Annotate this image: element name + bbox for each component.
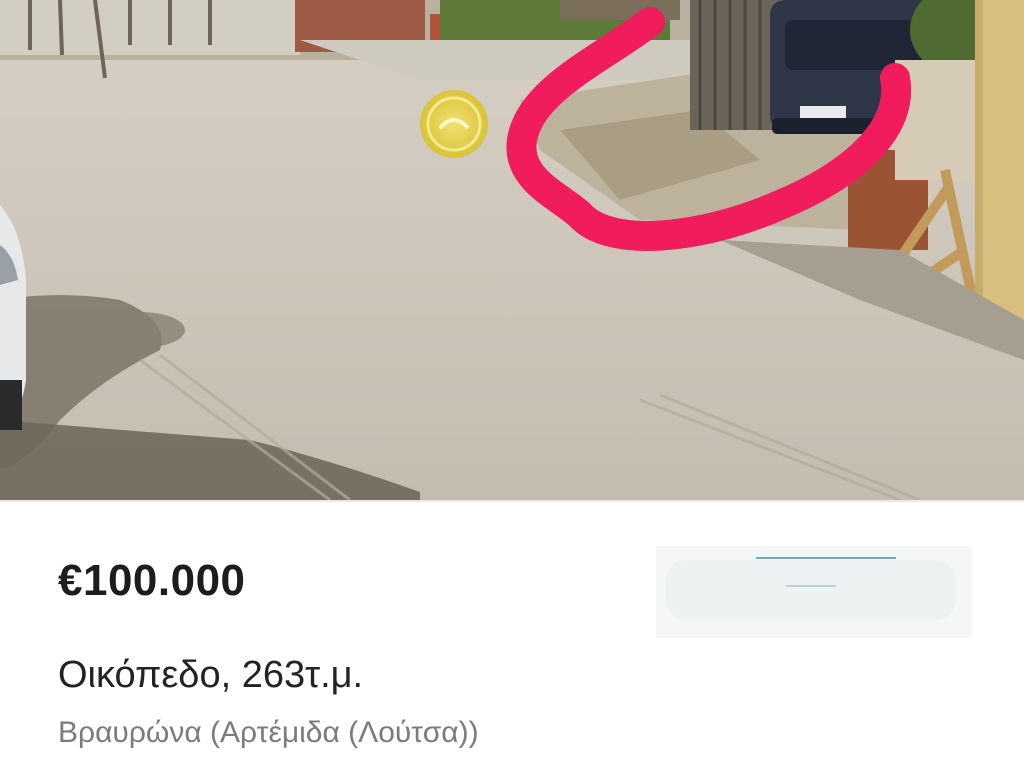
listing-price: €100.000 <box>58 556 246 605</box>
listing-photo[interactable] <box>0 0 1024 502</box>
watermark-logo <box>420 90 488 158</box>
redacted-area <box>656 546 972 638</box>
photo-divider <box>0 500 1024 502</box>
listing-card[interactable]: €100.000 Οικόπεδο, 263τ.μ. Βραυρώνα (Αρτ… <box>0 0 1024 768</box>
listing-location: Βραυρώνα (Αρτέμιδα (Λούτσα)) <box>58 716 479 749</box>
listing-title: Οικόπεδο, 263τ.μ. <box>58 654 364 696</box>
